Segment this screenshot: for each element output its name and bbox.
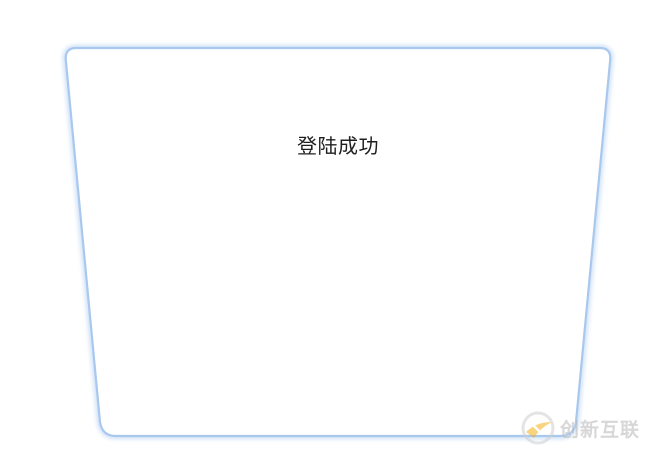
login-result-panel	[62, 45, 614, 439]
chuangxin-logo-icon	[521, 411, 555, 445]
login-success-message: 登陆成功	[297, 134, 379, 158]
watermark-text: 创新互联	[560, 418, 641, 441]
panel-border	[64, 46, 612, 438]
app-viewport: 登陆成功 创新互联	[0, 0, 656, 458]
watermark: 创新互联	[520, 410, 640, 446]
